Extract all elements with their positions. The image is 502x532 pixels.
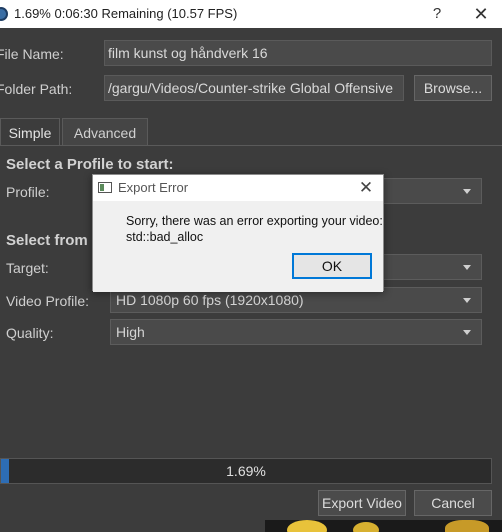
target-label: Target: bbox=[6, 260, 49, 276]
error-message: Sorry, there was an error exporting your… bbox=[126, 213, 383, 245]
folder-path-input[interactable]: /gargu/Videos/Counter-strike Global Offe… bbox=[104, 75, 404, 101]
progress-text: 1.69% bbox=[226, 463, 266, 479]
error-message-line2: std::bad_alloc bbox=[126, 230, 204, 244]
dialog-close-button[interactable]: ✕ bbox=[355, 177, 377, 199]
tab-advanced[interactable]: Advanced bbox=[62, 118, 148, 146]
error-message-line1: Sorry, there was an error exporting your… bbox=[126, 214, 383, 228]
video-profile-label: Video Profile: bbox=[6, 293, 90, 309]
tab-simple[interactable]: Simple bbox=[0, 118, 60, 146]
app-icon bbox=[0, 7, 8, 21]
file-name-input[interactable]: film kunst og håndverk 16 bbox=[104, 40, 492, 66]
profile-label: Profile: bbox=[6, 184, 50, 200]
dialog-body: Sorry, there was an error exporting your… bbox=[93, 201, 383, 292]
background-image bbox=[265, 520, 502, 532]
video-profile-select-value: HD 1080p 60 fps (1920x1080) bbox=[116, 292, 304, 308]
cancel-button[interactable]: Cancel bbox=[414, 490, 492, 516]
window-title: 1.69% 0:06:30 Remaining (10.57 FPS) bbox=[14, 6, 238, 21]
chevron-down-icon bbox=[463, 189, 471, 194]
file-name-label: File Name: bbox=[0, 46, 64, 62]
window-icon bbox=[98, 182, 112, 193]
ok-button[interactable]: OK bbox=[292, 253, 372, 279]
export-progress-bar: 1.69% bbox=[0, 458, 492, 484]
close-window-button[interactable]: ✕ bbox=[468, 2, 494, 26]
chevron-down-icon bbox=[463, 330, 471, 335]
chevron-down-icon bbox=[463, 298, 471, 303]
quality-label: Quality: bbox=[6, 325, 54, 341]
quality-select[interactable]: High bbox=[110, 319, 482, 345]
profile-section-heading: Select a Profile to start: bbox=[6, 156, 174, 173]
window-titlebar: 1.69% 0:06:30 Remaining (10.57 FPS) ? ✕ bbox=[0, 0, 502, 28]
target-section-heading: Select from bbox=[6, 232, 88, 249]
export-video-button[interactable]: Export Video bbox=[318, 490, 406, 516]
chevron-down-icon bbox=[463, 265, 471, 270]
folder-path-label: Folder Path: bbox=[0, 81, 73, 97]
help-button[interactable]: ? bbox=[426, 3, 448, 25]
dialog-title: Export Error bbox=[118, 180, 189, 195]
quality-select-value: High bbox=[116, 324, 145, 340]
export-error-dialog: Export Error ✕ Sorry, there was an error… bbox=[92, 174, 384, 292]
dialog-titlebar: Export Error ✕ bbox=[93, 175, 383, 201]
browse-button[interactable]: Browse... bbox=[414, 75, 492, 101]
